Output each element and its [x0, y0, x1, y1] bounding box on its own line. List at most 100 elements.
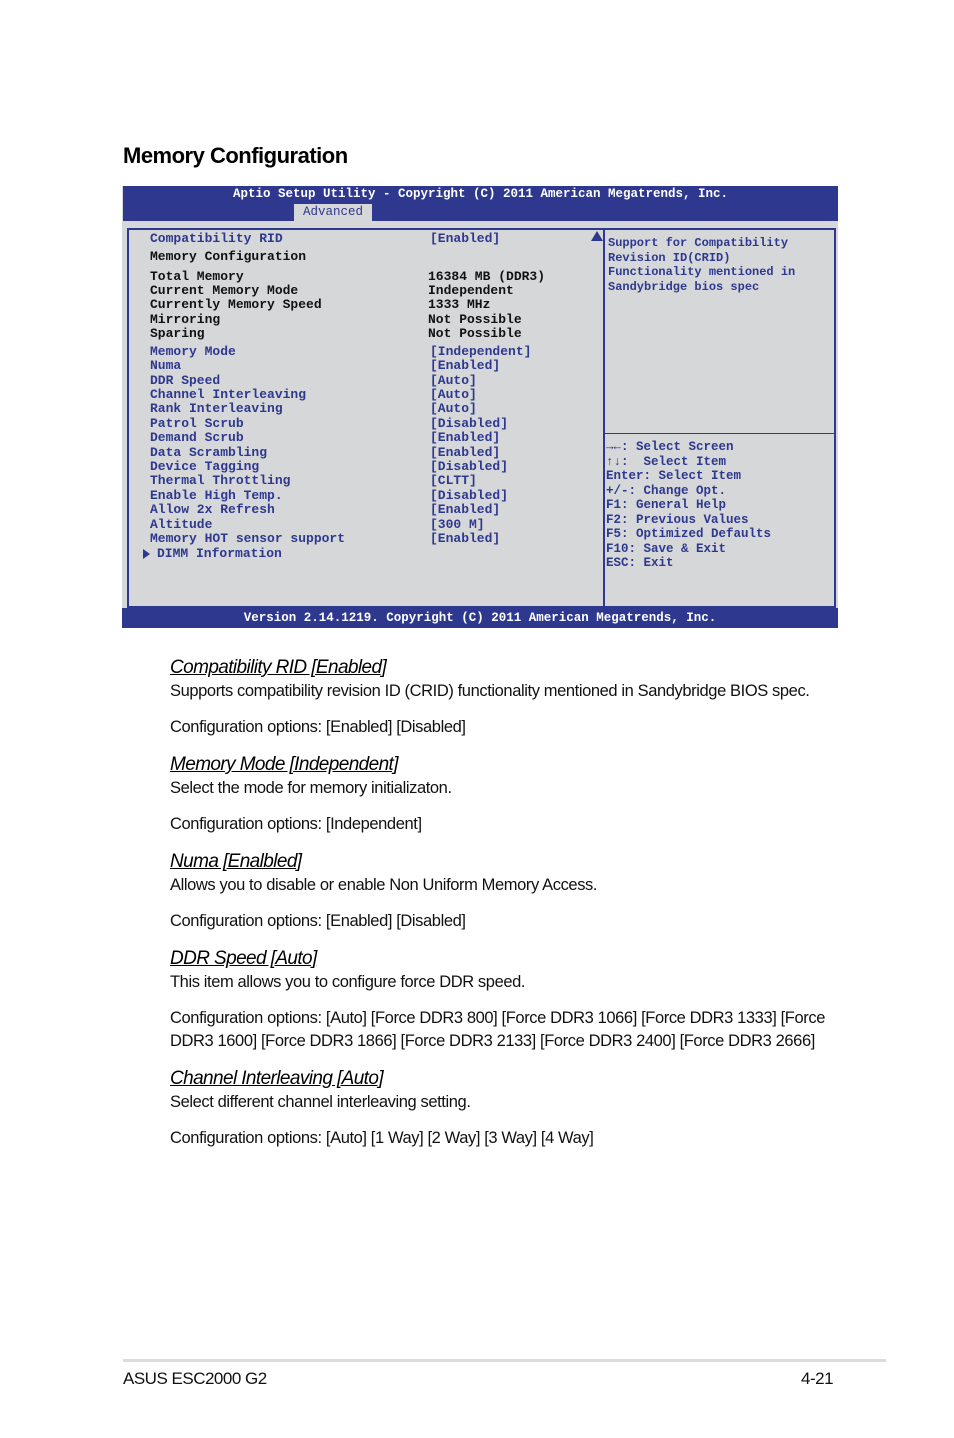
setting-value: Not Possible	[428, 312, 522, 327]
section-title: Channel Interleaving [Auto]	[170, 1068, 384, 1089]
setting-row-current-memory-mode: Current Memory Mode Independent	[129, 284, 599, 298]
section-description: Select different channel interleaving se…	[170, 1093, 471, 1111]
key-legend-item: F10: Save & Exit	[606, 541, 727, 556]
setting-label: Altitude	[150, 517, 213, 532]
bios-help-panel: Support for Compatibility Revision ID(CR…	[603, 228, 836, 608]
setting-value: 1333 MHz	[428, 297, 491, 312]
bios-screenshot: Aptio Setup Utility - Copyright (C) 2011…	[122, 186, 838, 628]
bios-header: Aptio Setup Utility - Copyright (C) 2011…	[123, 186, 838, 221]
setting-label: Thermal Throttling	[150, 473, 291, 488]
setting-label: Rank Interleaving	[150, 401, 283, 416]
setting-label: Data Scrambling	[150, 445, 268, 460]
setting-value[interactable]: [CLTT]	[430, 474, 477, 488]
setting-value: Independent	[428, 283, 514, 298]
setting-row-compatibility-rid[interactable]: Compatibility RID [Enabled]	[129, 232, 599, 246]
setting-value: 16384 MB (DDR3)	[428, 269, 546, 284]
section-options: Configuration options: [Enabled] [Disabl…	[170, 912, 466, 930]
setting-label: Enable High Temp.	[150, 488, 283, 503]
setting-row-device-tagging[interactable]: Device Tagging [Disabled]	[129, 460, 599, 474]
setting-row-patrol-scrub[interactable]: Patrol Scrub [Disabled]	[129, 417, 599, 431]
setting-value[interactable]: [Enabled]	[430, 532, 500, 546]
setting-label: Memory Mode	[150, 344, 236, 359]
key-legend-item: ESC: Exit	[606, 556, 674, 570]
bios-header-title: Aptio Setup Utility - Copyright (C) 2011…	[232, 187, 729, 201]
setting-row-thermal-throttling[interactable]: Thermal Throttling [CLTT]	[129, 474, 599, 488]
section-title: Numa [Enalbled]	[170, 851, 302, 872]
key-legend-item: →←: Select Screen	[606, 440, 734, 454]
doc-section: DDR Speed [Auto] This item allows you to …	[170, 946, 840, 1053]
section-options: Configuration options: [Auto] [1 Way] [2…	[170, 1129, 594, 1147]
tab-advanced[interactable]: Advanced	[294, 204, 372, 221]
setting-value[interactable]: [300 M]	[430, 518, 485, 532]
setting-value[interactable]: [Auto]	[430, 388, 477, 402]
section-options: Configuration options: [Enabled] [Disabl…	[170, 718, 466, 736]
document-body: Compatibility RID [Enabled] Supports comp…	[170, 655, 840, 1163]
setting-row-total-memory: Total Memory 16384 MB (DDR3)	[129, 270, 599, 284]
key-legend-item: Enter: Select Item	[606, 469, 742, 483]
setting-value[interactable]: [Disabled]	[430, 417, 508, 431]
doc-section: Numa [Enalbled] Allows you to disable or …	[170, 849, 840, 933]
setting-row-dimm-information[interactable]: DIMM Information	[129, 547, 599, 561]
key-legend-item: F1: General Help	[606, 498, 727, 512]
setting-label: Channel Interleaving	[150, 387, 307, 402]
doc-section: Compatibility RID [Enabled] Supports comp…	[170, 655, 840, 739]
setting-label: Currently Memory Speed	[150, 297, 322, 312]
setting-label: Mirroring	[150, 312, 221, 327]
section-description: Allows you to disable or enable Non Unif…	[170, 876, 598, 894]
setting-row-memory-hot-sensor-support[interactable]: Memory HOT sensor support [Enabled]	[129, 532, 599, 546]
setting-label: Compatibility RID	[150, 231, 283, 246]
setting-row-memory-mode[interactable]: Memory Mode [Independent]	[129, 345, 599, 359]
footer-page-number: 4-21	[801, 1369, 834, 1388]
setting-row-allow-2x-refresh[interactable]: Allow 2x Refresh [Enabled]	[129, 503, 599, 517]
help-text: Support for Compatibility Revision ID(CR…	[608, 236, 796, 294]
setting-label: Demand Scrub	[150, 430, 244, 445]
setting-value[interactable]: [Disabled]	[430, 489, 508, 503]
setting-value[interactable]: [Independent]	[430, 345, 531, 359]
setting-row-demand-scrub[interactable]: Demand Scrub [Enabled]	[129, 431, 599, 445]
section-options: Configuration options: [Independent]	[170, 815, 422, 833]
setting-label: DDR Speed	[150, 373, 221, 388]
setting-label: Sparing	[150, 326, 205, 341]
setting-row-ddr-speed[interactable]: DDR Speed [Auto]	[129, 374, 599, 388]
setting-value[interactable]: [Enabled]	[430, 503, 500, 517]
key-legend-item: +/-: Change Opt.	[606, 483, 727, 498]
setting-label: Memory HOT sensor support	[150, 531, 346, 546]
setting-value: Not Possible	[428, 326, 522, 341]
footer-product-name: ASUS ESC2000 G2	[123, 1369, 267, 1388]
setting-value[interactable]: [Auto]	[430, 402, 477, 416]
key-legend-item: F2: Previous Values	[606, 512, 749, 527]
setting-row-mirroring: Mirroring Not Possible	[129, 313, 599, 327]
setting-row-rank-interleaving[interactable]: Rank Interleaving [Auto]	[129, 402, 599, 416]
bios-footer: Version 2.14.1219. Copyright (C) 2011 Am…	[122, 608, 838, 628]
setting-row-altitude[interactable]: Altitude [300 M]	[129, 518, 599, 532]
setting-label: Current Memory Mode	[150, 283, 299, 298]
key-legend: →←: Select Screen ↑↓: Select Item Enter: S…	[606, 440, 771, 571]
setting-value[interactable]: [Enabled]	[430, 431, 500, 445]
setting-row-numa[interactable]: Numa [Enabled]	[129, 359, 599, 373]
setting-label: Memory Configuration	[150, 249, 307, 264]
setting-row-data-scrambling[interactable]: Data Scrambling [Enabled]	[129, 446, 599, 460]
setting-value[interactable]: [Enabled]	[430, 446, 500, 460]
setting-label: DIMM Information	[157, 546, 282, 561]
setting-value[interactable]: [Auto]	[430, 374, 477, 388]
setting-row-sparing: Sparing Not Possible	[129, 327, 599, 341]
setting-label: Device Tagging	[150, 459, 260, 474]
key-legend-item: F5: Optimized Defaults	[606, 527, 772, 541]
setting-value[interactable]: [Disabled]	[430, 460, 508, 474]
section-title: Compatibility RID [Enabled]	[170, 657, 387, 678]
submenu-arrow-icon	[143, 549, 150, 559]
setting-row-channel-interleaving[interactable]: Channel Interleaving [Auto]	[129, 388, 599, 402]
setting-label: Total Memory	[150, 269, 244, 284]
setting-label: Numa	[150, 358, 182, 373]
setting-row-currently-memory-speed: Currently Memory Speed 1333 MHz	[129, 298, 599, 312]
setting-value[interactable]: [Enabled]	[430, 359, 500, 373]
key-legend-item: ↑↓: Select Item	[606, 454, 727, 469]
section-title: DDR Speed [Auto]	[170, 948, 317, 969]
setting-value[interactable]: [Enabled]	[430, 232, 500, 246]
setting-label: Patrol Scrub	[150, 416, 244, 431]
section-title: Memory Mode [Independent]	[170, 754, 399, 775]
bios-settings-panel: Compatibility RID [Enabled] Memory Configu…	[127, 228, 605, 608]
section-description: This item allows you to configure force …	[170, 973, 526, 991]
page-title: Memory Configuration	[123, 143, 348, 168]
setting-row-enable-high-temp[interactable]: Enable High Temp. [Disabled]	[129, 489, 599, 503]
